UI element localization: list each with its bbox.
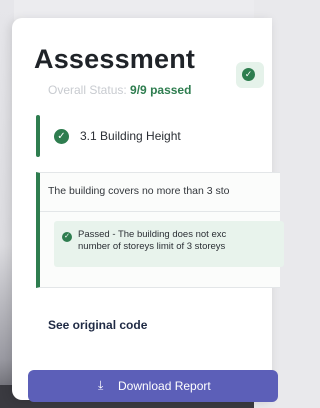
check-circle-icon: ✓ xyxy=(242,68,255,81)
check-circle-icon: ✓ xyxy=(62,232,72,242)
download-report-label: Download Report xyxy=(118,379,211,393)
see-original-code-link[interactable]: See original code xyxy=(48,318,147,332)
section-item-building-height[interactable]: ✓ 3.1 Building Height xyxy=(24,115,284,157)
background-window xyxy=(0,0,254,20)
section-label: 3.1 Building Height xyxy=(80,129,181,143)
download-report-button[interactable]: ⤓ Download Report xyxy=(28,370,278,402)
check-circle-icon: ✓ xyxy=(54,129,69,144)
download-icon: ⤓ xyxy=(98,378,104,392)
passed-text: Passed - The building does not exc numbe… xyxy=(78,229,227,252)
result-description: The building covers no more than 3 sto xyxy=(48,185,230,197)
passed-banner: ✓ Passed - The building does not exc num… xyxy=(54,221,284,267)
overall-status-value: 9/9 passed xyxy=(130,83,192,97)
divider xyxy=(40,211,280,212)
status-badge: ✓ xyxy=(236,62,264,88)
overall-status: Overall Status: 9/9 passed xyxy=(48,83,191,97)
page-title: Assessment xyxy=(34,44,196,74)
overall-status-label: Overall Status: xyxy=(48,83,127,97)
section-accent-bar xyxy=(36,115,40,157)
result-card: The building covers no more than 3 sto ✓… xyxy=(36,172,284,288)
